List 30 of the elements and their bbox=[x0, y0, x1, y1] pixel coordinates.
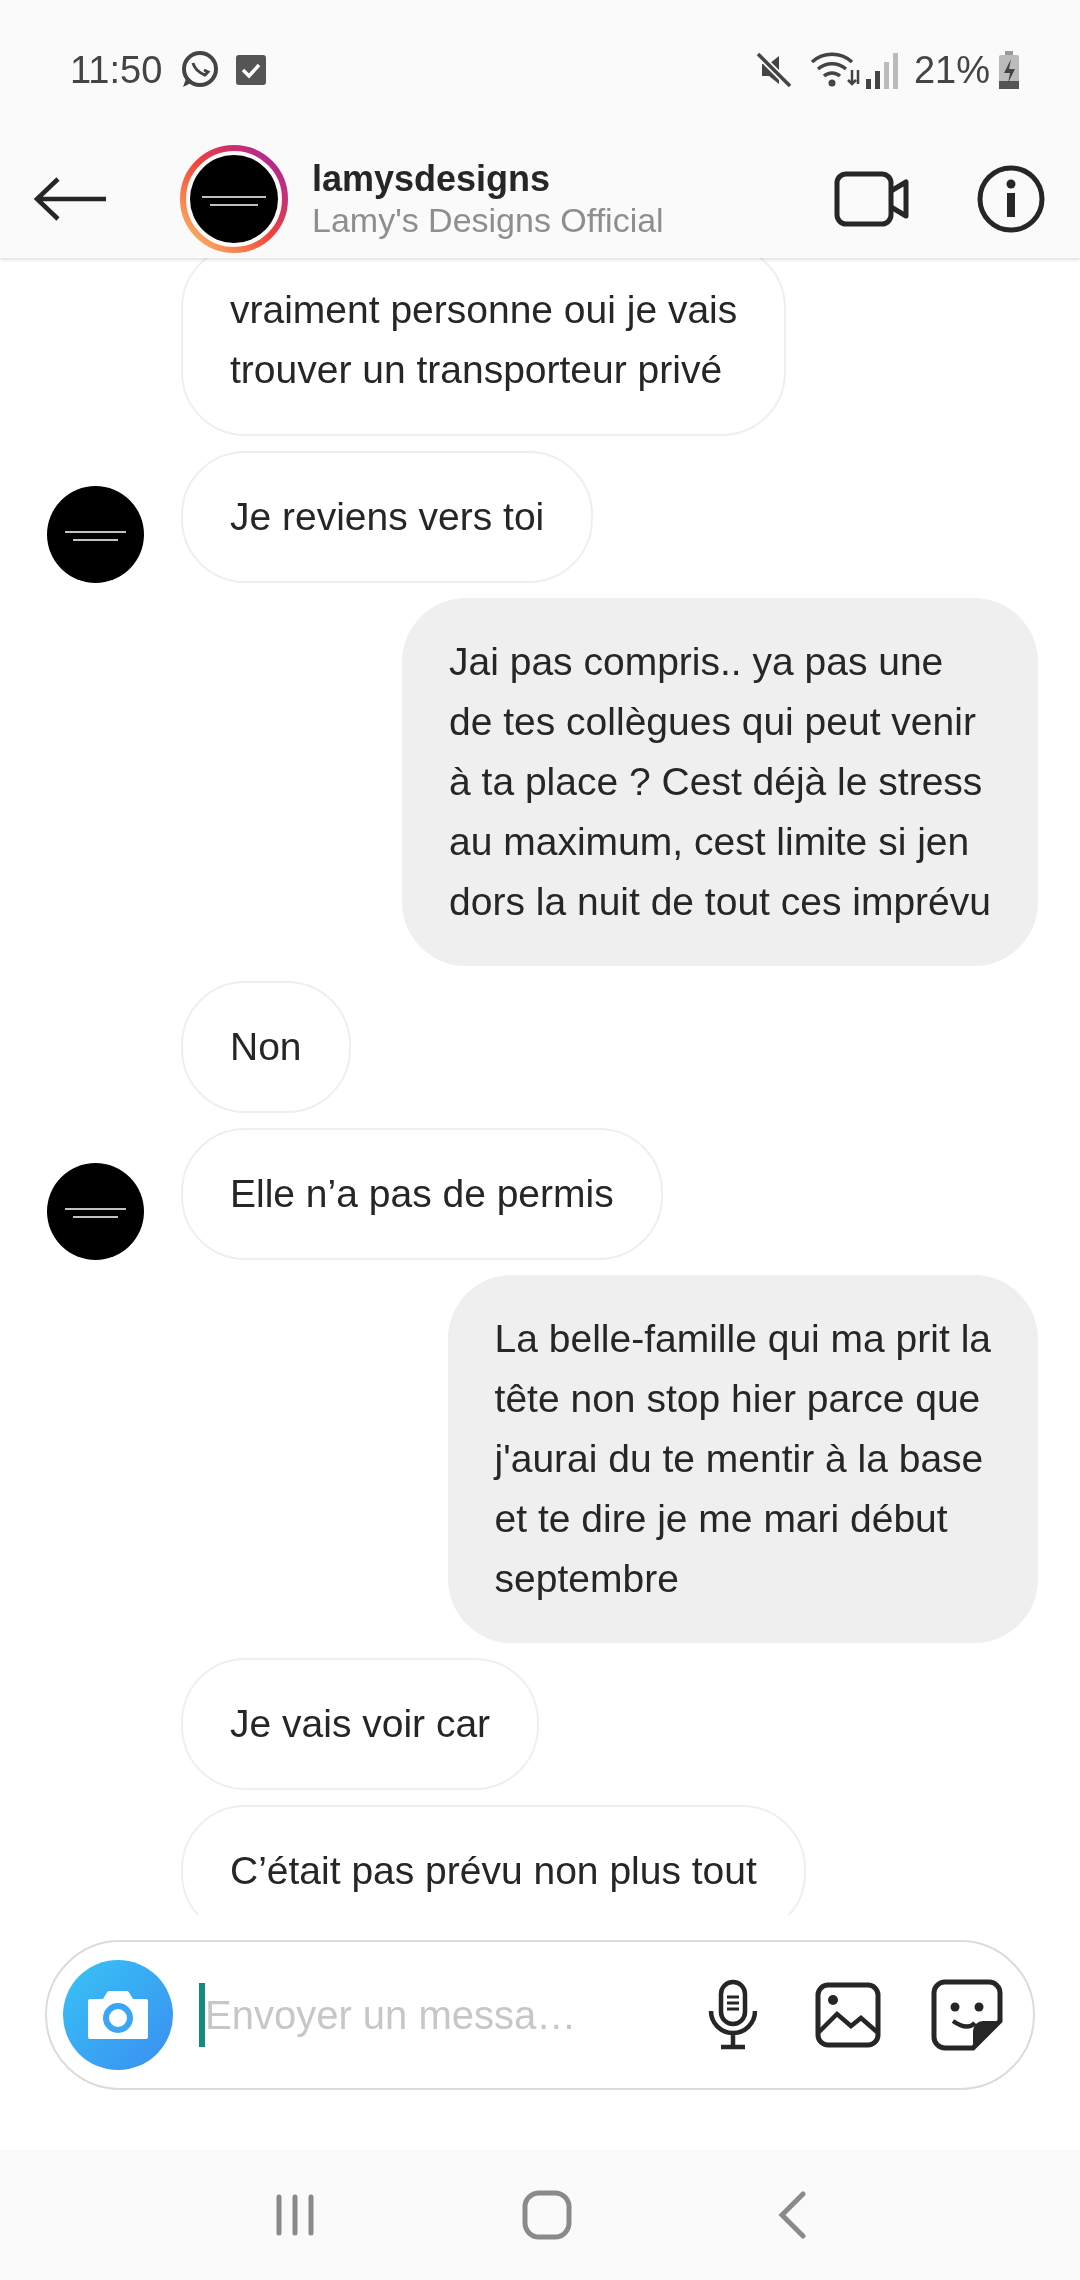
battery-icon bbox=[998, 51, 1020, 89]
video-call-button[interactable] bbox=[834, 171, 910, 227]
gallery-button[interactable] bbox=[815, 1982, 881, 2048]
status-time: 11:50 bbox=[70, 47, 163, 93]
microphone-button[interactable] bbox=[707, 1979, 759, 2051]
message-input[interactable]: Envoyer un messa… bbox=[205, 1985, 645, 2045]
info-button[interactable] bbox=[976, 164, 1046, 234]
back-nav-button[interactable] bbox=[777, 2191, 808, 2239]
camera-icon bbox=[86, 1989, 150, 2041]
sticker-button[interactable] bbox=[931, 1979, 1003, 2051]
message-bubble: Elle n’a pas de permis bbox=[181, 1128, 663, 1260]
back-button[interactable] bbox=[34, 177, 108, 221]
home-button[interactable] bbox=[522, 2190, 572, 2240]
profile-avatar[interactable] bbox=[180, 145, 288, 253]
avatar[interactable] bbox=[47, 486, 144, 583]
text-cursor bbox=[199, 1983, 205, 2047]
display-name: Lamy's Designs Official bbox=[312, 200, 665, 241]
message-bubble: La belle-famille qui ma prit la tête non stop hier parce que j'aurai du te mentir à la base et te dire je me mari début septembre bbox=[447, 1275, 1038, 1643]
battery-percentage: 21% bbox=[913, 47, 990, 93]
username: lamysdesigns bbox=[312, 157, 552, 201]
message-bubble: Je vais voir car bbox=[181, 1658, 540, 1790]
message-bubble: Non bbox=[181, 981, 351, 1113]
message-bubble: Jai pas compris.. ya pas une de tes collègues qui peut venir à ta place ? Cest déjà le stress au maximum, cest limite si jen dors la nuit de tout ces imprévu bbox=[402, 598, 1038, 966]
mute-icon bbox=[753, 50, 794, 90]
avatar[interactable] bbox=[47, 1163, 144, 1260]
signal-icon bbox=[863, 51, 898, 89]
message-bubble: C’était pas prévu non plus tout bbox=[181, 1805, 806, 1915]
message-bubble: Je reviens vers toi bbox=[181, 451, 594, 583]
checkbox-icon bbox=[236, 55, 267, 85]
message-bubble: vraiment personne oui je vais trouver un transporteur privé bbox=[181, 258, 787, 436]
